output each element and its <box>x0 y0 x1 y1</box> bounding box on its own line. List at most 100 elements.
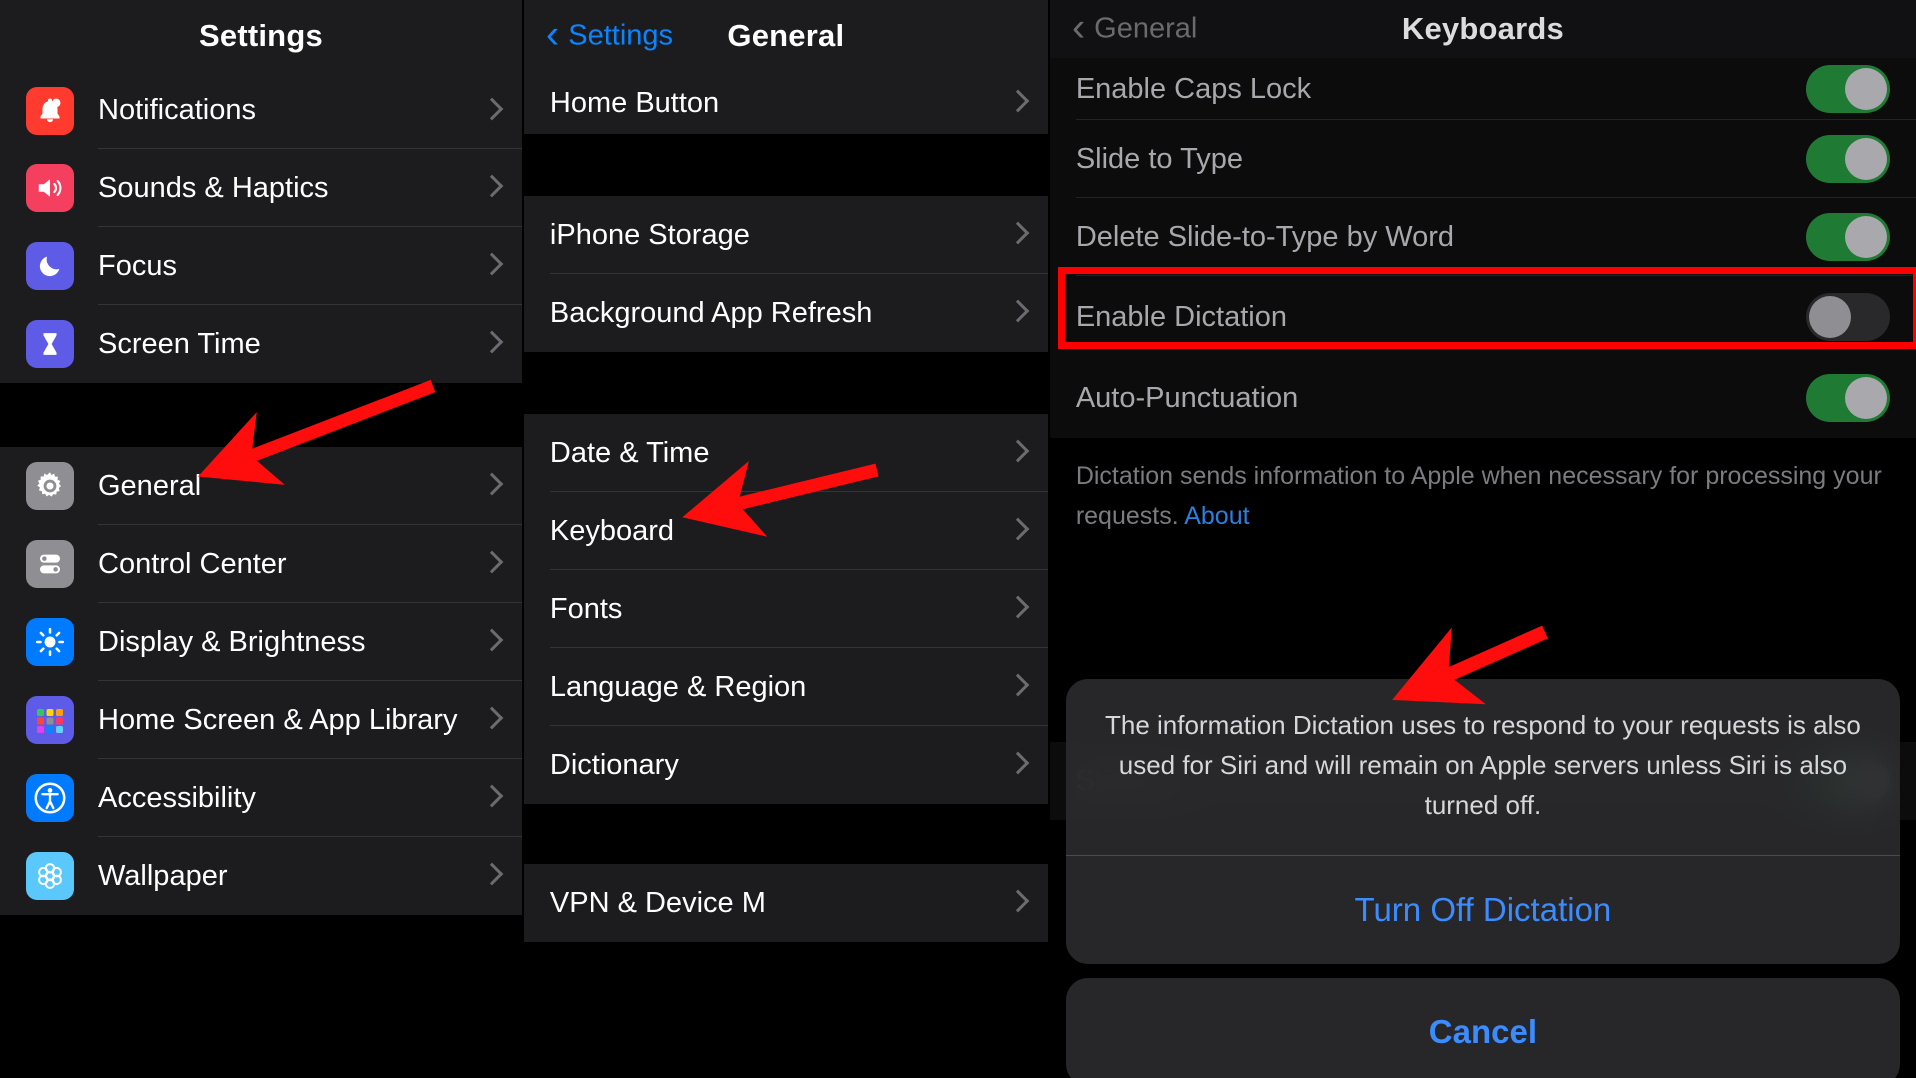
back-to-settings-button[interactable]: ‹ Settings <box>546 20 673 53</box>
hourglass-icon <box>26 320 74 368</box>
general-item-iphone-storage[interactable]: iPhone Storage <box>524 196 1048 274</box>
enable-caps-lock-toggle[interactable] <box>1806 65 1890 113</box>
page-title: Settings <box>199 18 323 54</box>
chevron-right-icon <box>1010 673 1026 701</box>
sidebar-item-label: Home Screen & App Library <box>98 704 474 737</box>
toggle-knob <box>1845 68 1887 110</box>
sliders-icon <box>26 540 74 588</box>
general-panel: ‹ Settings General Home Button iPhone St… <box>524 0 1048 1078</box>
general-item-background-app-refresh[interactable]: Background App Refresh <box>524 274 1048 352</box>
turn-off-dictation-button[interactable]: Turn Off Dictation <box>1066 856 1900 964</box>
sidebar-item-display-brightness[interactable]: Display & Brightness <box>0 603 522 681</box>
sidebar-item-label: Accessibility <box>98 782 474 815</box>
general-item-date-time[interactable]: Date & Time <box>524 414 1048 492</box>
auto-punctuation-toggle[interactable] <box>1806 374 1890 422</box>
sidebar-item-wallpaper[interactable]: Wallpaper <box>0 837 522 915</box>
row-label: Enable Dictation <box>1076 301 1806 334</box>
cancel-button[interactable]: Cancel <box>1066 978 1900 1078</box>
sidebar-item-general[interactable]: General <box>0 447 522 525</box>
chevron-right-icon <box>484 330 500 358</box>
chevron-right-icon <box>484 252 500 280</box>
settings-panel: Settings Notifications Sounds & Haptics <box>0 0 522 1078</box>
sidebar-item-label: Wallpaper <box>98 860 474 893</box>
sidebar-item-accessibility[interactable]: Accessibility <box>0 759 522 837</box>
sidebar-item-label: Display & Brightness <box>98 626 474 659</box>
row-label: Delete Slide-to-Type by Word <box>1076 221 1806 254</box>
chevron-right-icon <box>484 550 500 578</box>
sidebar-item-control-center[interactable]: Control Center <box>0 525 522 603</box>
settings-group-2: General Control Center <box>0 447 522 915</box>
general-item-dictionary[interactable]: Dictionary <box>524 726 1048 804</box>
chevron-left-icon: ‹ <box>1072 12 1085 44</box>
sidebar-item-label: Notifications <box>98 94 474 127</box>
keyboards-panel: ‹ General Keyboards Enable Caps Lock Sli… <box>1050 0 1916 1078</box>
keyboards-row-delete-slide-to-type-by-word[interactable]: Delete Slide-to-Type by Word <box>1050 198 1916 276</box>
sidebar-item-label: General <box>98 470 474 503</box>
general-item-fonts[interactable]: Fonts <box>524 570 1048 648</box>
row-label: iPhone Storage <box>550 219 1000 252</box>
toggle-knob <box>1845 216 1887 258</box>
toggle-knob <box>1845 138 1887 180</box>
gear-icon <box>26 462 74 510</box>
chevron-right-icon <box>484 784 500 812</box>
chevron-right-icon <box>484 628 500 656</box>
keyboards-row-auto-punctuation[interactable]: Auto-Punctuation <box>1050 358 1916 438</box>
row-label: Auto-Punctuation <box>1076 382 1806 415</box>
action-sheet-message: The information Dictation uses to respon… <box>1066 679 1900 855</box>
chevron-right-icon <box>484 706 500 734</box>
row-label: Enable Caps Lock <box>1076 73 1806 106</box>
keyboards-row-slide-to-type[interactable]: Slide to Type <box>1050 120 1916 198</box>
flower-icon <box>26 852 74 900</box>
sidebar-item-notifications[interactable]: Notifications <box>0 72 522 149</box>
brightness-icon <box>26 618 74 666</box>
general-group-gap-2 <box>524 352 1048 414</box>
row-label: Dictionary <box>550 749 1000 782</box>
chevron-left-icon: ‹ <box>546 19 559 51</box>
settings-group-gap-1 <box>0 383 522 447</box>
screenshot-stage: Settings Notifications Sounds & Haptics <box>0 0 1916 1078</box>
chevron-right-icon <box>484 174 500 202</box>
chevron-right-icon <box>1010 595 1026 623</box>
keyboards-row-enable-dictation[interactable]: Enable Dictation <box>1050 276 1916 358</box>
about-link[interactable]: About <box>1184 502 1249 530</box>
sidebar-item-home-screen-app-library[interactable]: Home Screen & App Library <box>0 681 522 759</box>
general-group-4: VPN & Device M <box>524 864 1048 942</box>
accessibility-icon <box>26 774 74 822</box>
sidebar-item-label: Sounds & Haptics <box>98 172 474 205</box>
chevron-right-icon <box>484 862 500 890</box>
general-group-gap-3 <box>524 804 1048 864</box>
dictation-footnote: Dictation sends information to Apple whe… <box>1050 438 1916 546</box>
keyboards-navbar: ‹ General Keyboards <box>1050 0 1916 58</box>
chevron-right-icon <box>1010 889 1026 917</box>
keyboards-row-enable-caps-lock[interactable]: Enable Caps Lock <box>1050 58 1916 120</box>
general-item-keyboard[interactable]: Keyboard <box>524 492 1048 570</box>
enable-dictation-toggle[interactable] <box>1806 293 1890 341</box>
general-item-language-region[interactable]: Language & Region <box>524 648 1048 726</box>
sidebar-item-focus[interactable]: Focus <box>0 227 522 305</box>
row-label: Slide to Type <box>1076 143 1806 176</box>
chevron-right-icon <box>1010 439 1026 467</box>
row-label: Keyboard <box>550 515 1000 548</box>
bell-icon <box>26 87 74 135</box>
general-group-2: iPhone Storage Background App Refresh <box>524 196 1048 352</box>
delete-slide-to-type-by-word-toggle[interactable] <box>1806 213 1890 261</box>
row-label: Fonts <box>550 593 1000 626</box>
general-item-vpn-device-management[interactable]: VPN & Device M <box>524 864 1048 942</box>
row-label: Language & Region <box>550 671 1000 704</box>
toggle-knob <box>1845 377 1887 419</box>
general-group-gap-1 <box>524 134 1048 196</box>
dictation-action-sheet: The information Dictation uses to respon… <box>1066 679 1900 1078</box>
chevron-right-icon <box>484 97 500 125</box>
page-title: Keyboards <box>1402 11 1564 47</box>
row-label: Home Button <box>550 87 1000 120</box>
app-grid-icon <box>26 696 74 744</box>
sidebar-item-screen-time[interactable]: Screen Time <box>0 305 522 383</box>
slide-to-type-toggle[interactable] <box>1806 135 1890 183</box>
sidebar-item-sounds-haptics[interactable]: Sounds & Haptics <box>0 149 522 227</box>
back-label: Settings <box>568 20 673 53</box>
back-to-general-button[interactable]: ‹ General <box>1072 13 1198 46</box>
back-label: General <box>1094 13 1197 46</box>
general-item-home-button[interactable]: Home Button <box>524 72 1048 134</box>
row-label: VPN & Device M <box>550 887 1000 920</box>
chevron-right-icon <box>1010 221 1026 249</box>
